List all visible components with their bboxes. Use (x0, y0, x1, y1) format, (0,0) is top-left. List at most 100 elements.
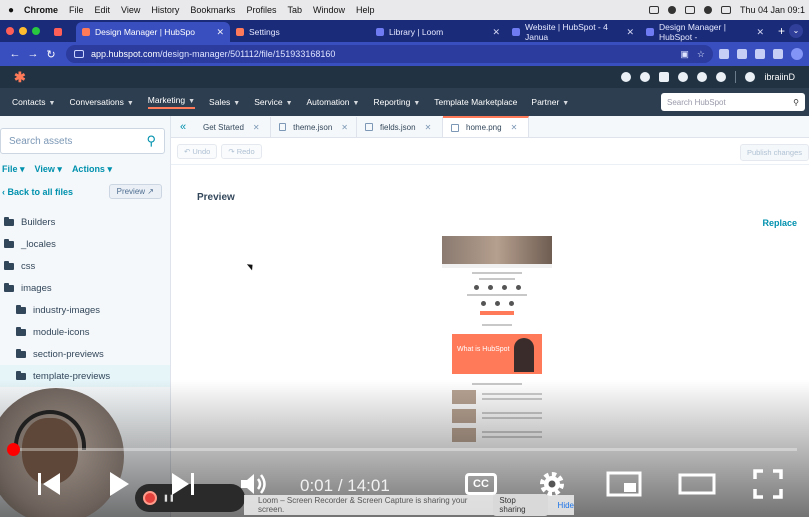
file-menu[interactable]: File ▾ (2, 164, 25, 175)
browser-tab-settings[interactable]: Settings (230, 22, 370, 42)
close-icon[interactable]: ✕ (425, 123, 432, 132)
close-tab-icon[interactable]: ✕ (750, 27, 764, 38)
search-icon[interactable]: ⚲ (793, 98, 799, 107)
help-icon[interactable] (678, 72, 689, 82)
play-icon[interactable] (104, 466, 134, 502)
menu-help[interactable]: Help (356, 5, 375, 15)
close-icon[interactable]: ✕ (253, 123, 260, 132)
close-icon[interactable]: ✕ (511, 123, 518, 132)
tree-item-industry-images[interactable]: industry-images (0, 299, 170, 321)
browser-tab-loom[interactable]: Library | Loom ✕ (370, 22, 506, 42)
wifi-icon[interactable] (684, 6, 695, 14)
extension-icon[interactable] (737, 49, 747, 59)
pinned-tab[interactable] (48, 22, 76, 42)
hubspot-search-input[interactable]: Search HubSpot ⚲ (661, 93, 805, 111)
nav-automation[interactable]: Automation ▼ (307, 97, 360, 107)
volume-icon[interactable] (238, 466, 270, 502)
loom-extension-icon[interactable] (719, 49, 729, 59)
replace-link[interactable]: Replace (762, 218, 797, 228)
collapse-sidebar-icon[interactable]: « (171, 121, 195, 133)
publish-changes-button[interactable]: Publish changes (739, 144, 809, 161)
account-avatar[interactable] (745, 72, 756, 82)
menu-edit[interactable]: Edit (95, 5, 111, 15)
redo-button[interactable]: ↷ Redo (221, 144, 262, 159)
focus-icon[interactable] (667, 6, 676, 14)
marketplace-icon[interactable] (659, 72, 670, 82)
actions-menu[interactable]: Actions ▾ (72, 164, 112, 175)
miniplayer-icon[interactable] (606, 466, 642, 502)
nav-partner[interactable]: Partner ▼ (531, 97, 569, 107)
menu-window[interactable]: Window (313, 5, 345, 15)
theater-mode-icon[interactable] (678, 466, 716, 502)
tree-item-builders[interactable]: Builders (0, 211, 170, 233)
site-info-icon[interactable] (74, 50, 84, 58)
video-progress-bar[interactable] (6, 443, 797, 456)
nav-sales[interactable]: Sales ▼ (209, 97, 240, 107)
tree-item-images[interactable]: images (0, 277, 170, 299)
search-icon[interactable] (703, 6, 712, 14)
profile-avatar[interactable] (791, 48, 803, 60)
tab-search-icon[interactable]: ⌄ (789, 24, 803, 38)
back-icon[interactable]: ← (6, 48, 24, 60)
previous-icon[interactable] (34, 466, 64, 502)
view-menu[interactable]: View ▾ (35, 164, 62, 175)
menu-view[interactable]: View (121, 5, 140, 15)
editor-tab-fields-json[interactable]: fields.json ✕ (357, 117, 443, 137)
calling-icon[interactable] (640, 72, 651, 82)
editor-tab-get-started[interactable]: Get Started ✕ (195, 117, 271, 137)
account-name[interactable]: ibraiinD (764, 72, 795, 82)
menu-profiles[interactable]: Profiles (246, 5, 276, 15)
tree-item-module-icons[interactable]: module-icons (0, 321, 170, 343)
back-to-all-files-link[interactable]: ‹ Back to all files (2, 187, 73, 197)
tree-item-section-previews[interactable]: section-previews (0, 343, 170, 365)
undo-button[interactable]: ↶ Undo (177, 144, 218, 159)
preview-button[interactable]: Preview ↗ (108, 184, 162, 199)
tree-item-template-previews[interactable]: template-previews (0, 365, 170, 387)
reload-icon[interactable]: ↻ (42, 48, 60, 61)
progress-scrubber[interactable] (6, 443, 20, 456)
fullscreen-icon[interactable] (752, 466, 784, 502)
forward-icon[interactable]: → (24, 48, 42, 60)
next-icon[interactable] (168, 466, 198, 502)
menu-bookmarks[interactable]: Bookmarks (190, 5, 235, 15)
close-tab-icon[interactable]: ✕ (210, 27, 224, 38)
notifications-bell-icon[interactable] (716, 72, 727, 82)
menu-history[interactable]: History (151, 5, 179, 15)
browser-tab-website[interactable]: Website | HubSpot - 4 Janua ✕ (506, 22, 640, 42)
bookmark-star-icon[interactable]: ☆ (697, 49, 705, 60)
browser-tab-design-manager[interactable]: Design Manager | HubSpo ✕ (76, 22, 230, 42)
close-tab-icon[interactable]: ✕ (620, 27, 634, 38)
upgrade-icon[interactable] (621, 72, 632, 82)
nav-conversations[interactable]: Conversations ▼ (69, 97, 133, 107)
editor-tab-home-png[interactable]: home.png ✕ (443, 116, 529, 137)
captions-button[interactable]: CC (464, 466, 498, 502)
menu-app[interactable]: Chrome (24, 5, 58, 15)
nav-service[interactable]: Service ▼ (254, 97, 292, 107)
menu-clock[interactable]: Thu 04 Jan 09:1 (740, 5, 805, 15)
battery-icon[interactable] (648, 6, 659, 14)
editor-tab-theme-json[interactable]: theme.json ✕ (271, 117, 357, 137)
url-field[interactable]: app.hubspot.com/design-manager/501112/fi… (66, 45, 713, 63)
nav-reporting[interactable]: Reporting ▼ (373, 97, 420, 107)
menu-file[interactable]: File (69, 5, 84, 15)
tree-item-locales[interactable]: _locales (0, 233, 170, 255)
search-icon[interactable]: ⚲ (146, 133, 156, 149)
minimize-window-icon[interactable] (19, 27, 27, 35)
close-icon[interactable]: ✕ (341, 123, 348, 132)
puzzle-icon[interactable] (755, 49, 765, 59)
nav-contacts[interactable]: Contacts ▼ (12, 97, 55, 107)
settings-gear-icon[interactable] (536, 466, 568, 502)
close-tab-icon[interactable]: ✕ (486, 27, 500, 38)
apple-icon[interactable]: ● (6, 5, 16, 16)
cast-icon[interactable]: ▣ (680, 49, 689, 60)
nav-marketing[interactable]: Marketing ▼ (147, 95, 196, 109)
menu-tab[interactable]: Tab (287, 5, 302, 15)
control-center-icon[interactable] (720, 6, 731, 14)
zoom-window-icon[interactable] (32, 27, 40, 35)
sidepanel-icon[interactable] (773, 49, 783, 59)
hubspot-logo-icon[interactable]: ✱ (14, 69, 26, 86)
tree-item-css[interactable]: css (0, 255, 170, 277)
browser-tab-design-manager-2[interactable]: Design Manager | HubSpot - ✕ (640, 22, 770, 42)
settings-gear-icon[interactable] (697, 72, 708, 82)
search-assets-input[interactable]: Search assets ⚲ (0, 128, 165, 154)
